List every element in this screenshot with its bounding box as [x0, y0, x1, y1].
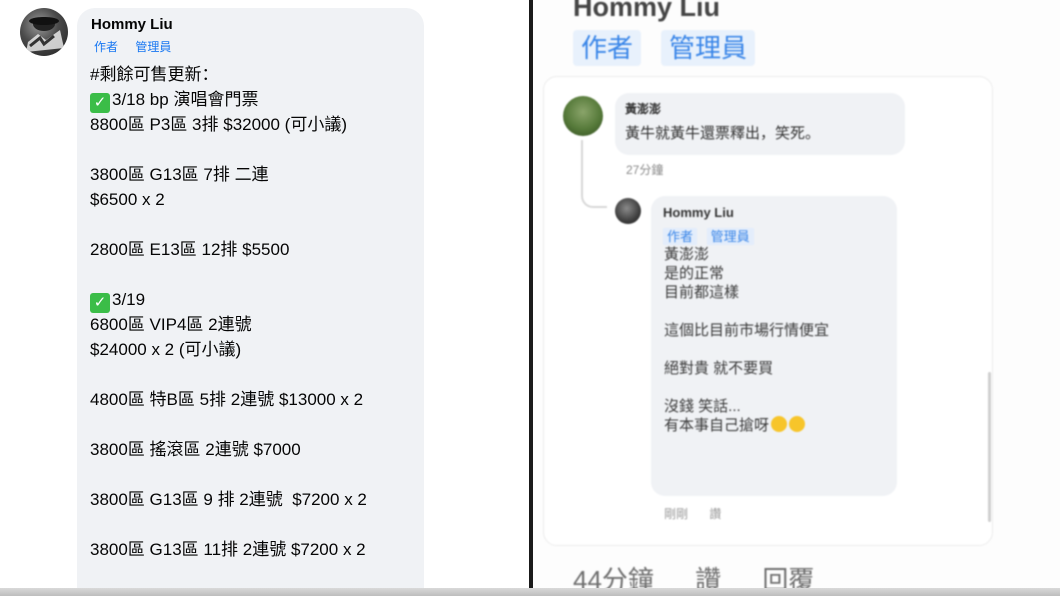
comment-timestamp[interactable]: 27分鐘 [626, 161, 663, 178]
post-line: 3800區 G13區 11排 2連號 $7200 x 2 [90, 537, 367, 562]
post-line: 2800區 E13區 12排 $5500 [90, 237, 367, 262]
post-line: 4800區 特B區 5排 2連號 $13000 x 2 [90, 387, 367, 412]
badge-author: 作者 [663, 228, 698, 245]
post-line [90, 412, 367, 437]
post-line [90, 262, 367, 287]
badge-admin: 管理員 [706, 228, 754, 245]
post-line-text: 8800區 P3區 3排 $32000 (可小議) [90, 115, 348, 134]
laughing-emoji-icon [789, 416, 806, 432]
commenter-avatar[interactable] [563, 96, 603, 136]
post-line: #剩餘可售更新： [90, 62, 367, 87]
bottom-edge [0, 588, 1060, 596]
post-line-text: $6500 x 2 [90, 190, 165, 209]
reply-line: 目前都這樣 [664, 283, 829, 302]
reply-line-text: 沒錢 笑話... [664, 398, 741, 415]
reply-line-text: 這個比目前市場行情便宜 [664, 322, 830, 339]
reply-thread-line [581, 140, 607, 208]
avatar[interactable] [20, 8, 68, 56]
post-line: 3800區 G13區 9 排 2連號 $7200 x 2 [90, 487, 367, 512]
comment-text: 黃牛就黃牛還票釋出，笑死。 [625, 125, 821, 142]
right-screenshot-panel: Hommy Liu 作者 管理員 黃澎澎 黃牛就黃牛還票釋出，笑死。 27分鐘 … [533, 0, 1060, 596]
left-screenshot-panel: Hommy Liu 作者 管理員 #剩餘可售更新： ✓ 3/18 bp 演唱會門票 8… [0, 0, 530, 596]
replier-badges: 作者 管理員 [663, 226, 760, 245]
reply-line [664, 340, 829, 359]
reply-line-text: 有本事自己搶呀 [664, 417, 770, 434]
post-line-text: 2800區 E13區 12排 $5500 [90, 240, 290, 259]
badge-admin-large: 管理員 [661, 30, 756, 66]
post-line-text: 4800區 特B區 5排 2連號 $13000 x 2 [90, 390, 364, 409]
author-name-large[interactable]: Hommy Liu [573, 0, 720, 23]
reply-body: 黃澎澎是的正常目前都這樣這個比目前市場行情便宜 絕對貴 就不要買 沒錢 笑話... 有… [664, 245, 829, 435]
reply-line: 是的正常 [664, 264, 829, 283]
post-line [90, 512, 367, 537]
reply-line: 絕對貴 就不要買 [664, 359, 829, 378]
post-line [90, 562, 367, 587]
author-badges: 作者 管理員 [94, 38, 185, 55]
reply-line-text: 黃澎澎 [664, 246, 710, 263]
post-line [90, 137, 367, 162]
post-line [90, 212, 367, 237]
check-mark-icon: ✓ [90, 293, 110, 313]
reply-actions: 剛剛 讚 [664, 505, 739, 522]
post-line-text: 3800區 G13區 7排 二連 [90, 165, 269, 184]
reply-line [664, 378, 829, 397]
post-line [90, 362, 367, 387]
post-line-text: 3800區 搖滾區 2連號 $7000 [90, 440, 301, 459]
scrollbar[interactable] [988, 372, 991, 522]
post-line: $6500 x 2 [90, 187, 367, 212]
post-line: ✓ 3/18 bp 演唱會門票 [90, 87, 367, 113]
laughing-emoji-icon [771, 416, 788, 432]
post-line: 6800區 VIP4區 2連號 [90, 312, 367, 337]
replier-avatar[interactable] [615, 198, 641, 224]
post-line-text: $24000 x 2 (可小議) [90, 340, 242, 359]
post-line: 3800區 搖滾區 2連號 $7000 [90, 437, 367, 462]
post-body: #剩餘可售更新： ✓ 3/18 bp 演唱會門票 8800區 P3區 3排 $3200… [90, 62, 367, 596]
badge-admin: 管理員 [135, 40, 172, 54]
author-name[interactable]: Hommy Liu [91, 16, 173, 33]
reply-line: 黃澎澎 [664, 245, 829, 264]
check-mark-icon: ✓ [90, 93, 110, 113]
commenter-name[interactable]: 黃澎澎 [625, 100, 661, 117]
badge-author-large: 作者 [573, 30, 642, 66]
post-line: 3800區 G13區 7排 二連 [90, 162, 367, 187]
reply-timestamp[interactable]: 剛剛 [664, 507, 688, 521]
post-line-text: 3/19 [112, 290, 146, 309]
user-photo-icon [26, 17, 64, 52]
post-line [90, 462, 367, 487]
replier-name[interactable]: Hommy Liu [663, 205, 734, 220]
post-line: 8800區 P3區 3排 $32000 (可小議) [90, 112, 367, 137]
reply-line [664, 302, 829, 321]
post-line-text: 3800區 G13區 9 排 2連號 $7200 x 2 [90, 490, 367, 509]
reply-line: 沒錢 笑話... [664, 397, 829, 416]
post-line-text: 3/18 bp 演唱會門票 [112, 90, 259, 109]
post-line-text: #剩餘可售更新： [90, 65, 219, 84]
reply-line: 有本事自己搶呀 [664, 416, 829, 435]
badge-author: 作者 [94, 40, 119, 54]
post-line: $24000 x 2 (可小議) [90, 337, 367, 362]
reply-line-text: 是的正常 [664, 265, 725, 282]
reply-line-text: 目前都這樣 [664, 284, 740, 301]
post-line: ✓ 3/19 [90, 287, 367, 313]
reply-like-link[interactable]: 讚 [709, 507, 721, 521]
reply-line-text: 絕對貴 就不要買 [664, 360, 774, 377]
post-line-text: 6800區 VIP4區 2連號 [90, 315, 252, 334]
reply-line: 這個比目前市場行情便宜 [664, 321, 829, 340]
post-line-text: 3800區 G13區 11排 2連號 $7200 x 2 [90, 540, 366, 559]
